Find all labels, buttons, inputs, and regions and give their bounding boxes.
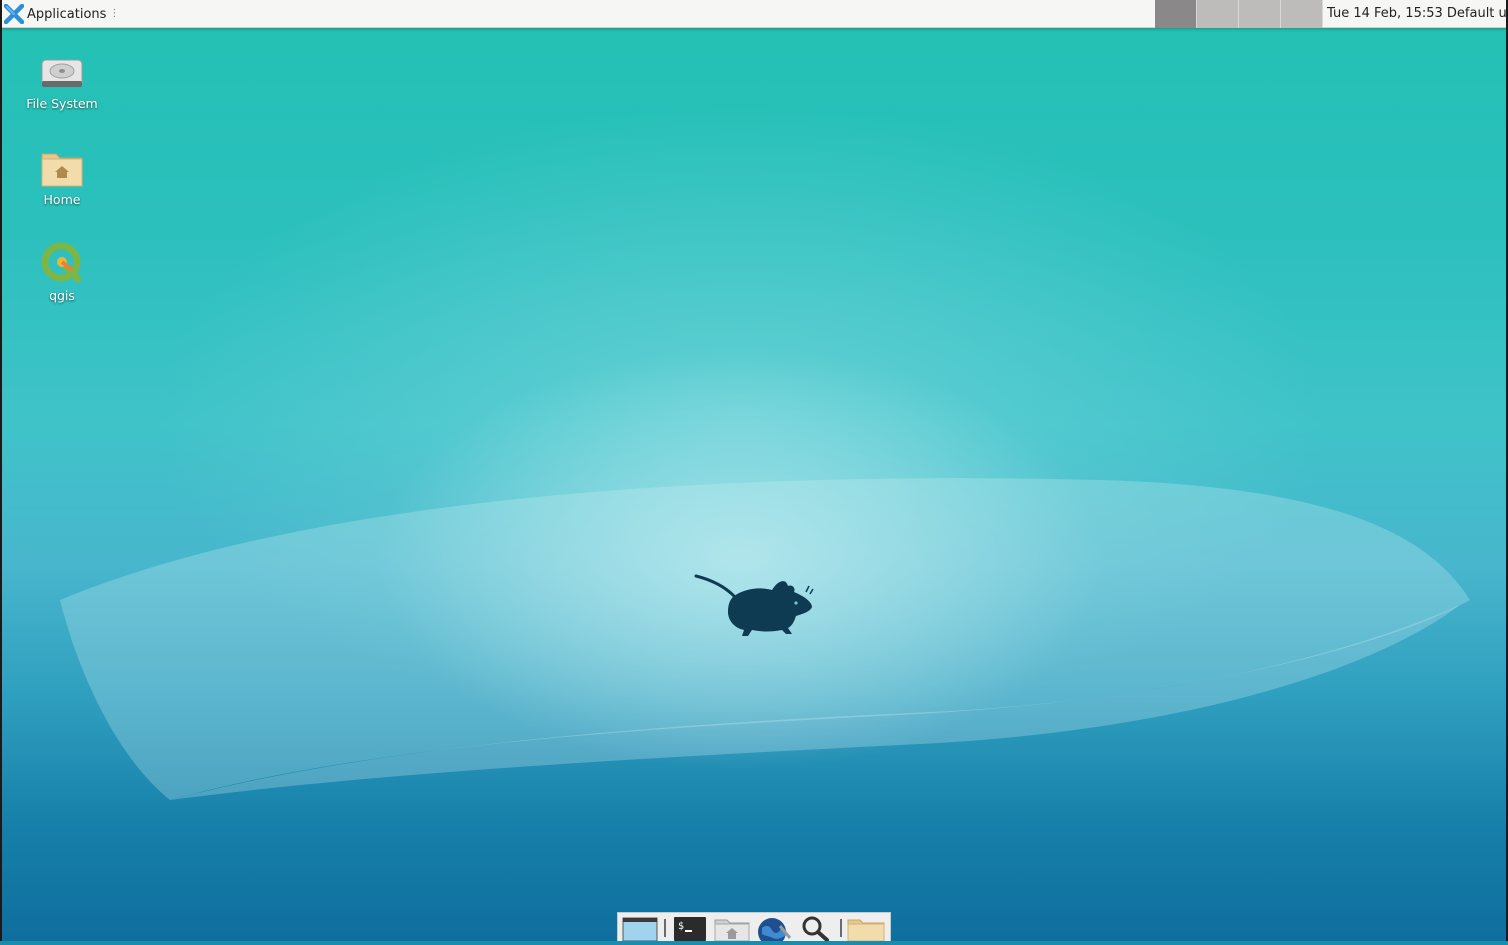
folder-icon <box>847 919 885 942</box>
app-finder-icon <box>802 916 829 942</box>
desktop-icon-file-system[interactable]: File System <box>12 54 112 111</box>
wallpaper-wave <box>60 478 1470 800</box>
desktop-icon-home[interactable]: Home <box>12 148 112 207</box>
panel-handle-icon: ⋮ <box>109 8 120 19</box>
workspace-4[interactable] <box>1281 0 1323 28</box>
desktop-icon-label: Home <box>43 192 81 207</box>
desktop-icon-label: File System <box>26 96 98 111</box>
dock-folder[interactable] <box>846 914 886 942</box>
dock-file-manager[interactable] <box>712 914 752 942</box>
dock-app-finder[interactable] <box>796 914 836 942</box>
qgis-icon <box>41 242 82 283</box>
clock-and-user[interactable]: Tue 14 Feb, 15:53 Default user <box>1327 0 1508 28</box>
dock-terminal[interactable]: $ <box>670 914 710 941</box>
workspace-3[interactable] <box>1239 0 1281 28</box>
show-desktop-icon <box>622 917 658 942</box>
dock-show-desktop[interactable] <box>620 914 660 942</box>
drive-harddisk-icon <box>41 59 83 87</box>
dock-separator <box>840 919 842 937</box>
file-manager-icon <box>714 919 750 942</box>
xfce-logo-icon <box>4 4 24 24</box>
clock[interactable]: Tue 14 Feb, 15:53 <box>1327 6 1443 21</box>
dock-separator <box>664 919 666 937</box>
applications-menu-button[interactable]: Applications ⋮ <box>4 3 119 25</box>
workspace-switcher <box>1155 0 1323 28</box>
desktop-icon-label: qgis <box>49 288 75 303</box>
top-panel: Applications ⋮ Tue 14 Feb, 15:53 Default… <box>0 0 1508 28</box>
workspace-1[interactable] <box>1155 0 1197 28</box>
xfce-mouse-logo <box>694 574 814 636</box>
dock-web-browser[interactable] <box>754 914 794 945</box>
svg-text:$: $ <box>678 921 684 932</box>
web-browser-icon <box>758 918 792 945</box>
home-folder-icon <box>41 153 83 187</box>
desktop-background[interactable]: File System Home qgis <box>0 0 1508 941</box>
workspace-2[interactable] <box>1197 0 1239 28</box>
user-menu[interactable]: Default user <box>1447 6 1508 21</box>
applications-label: Applications <box>27 6 107 22</box>
desktop-icon-qgis[interactable]: qgis <box>12 242 112 303</box>
bottom-dock: $ <box>617 912 891 945</box>
terminal-icon: $ <box>674 917 706 941</box>
